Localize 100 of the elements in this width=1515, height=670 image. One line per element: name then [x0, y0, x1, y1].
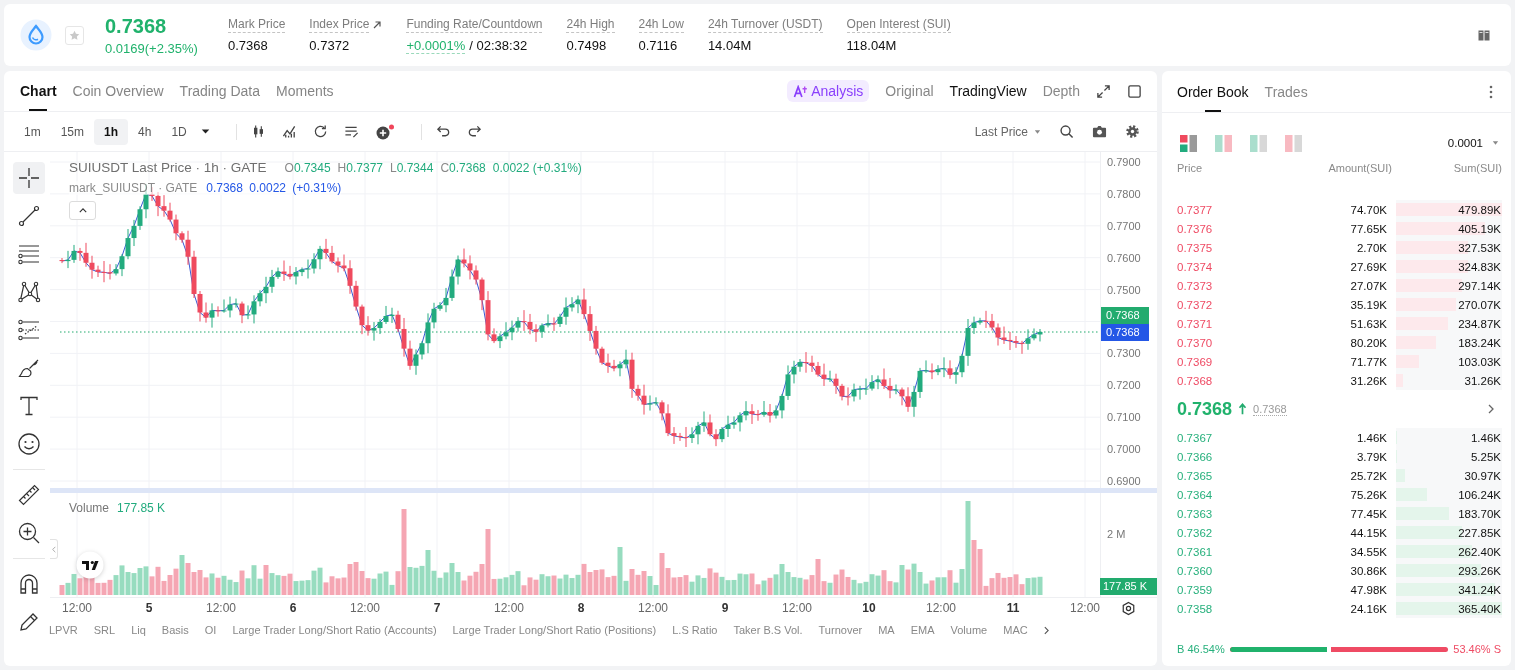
- indicator-tab[interactable]: L.S Ratio: [672, 624, 718, 636]
- indicator-tab[interactable]: Basis: [161, 624, 189, 636]
- last-price: 0.7368: [105, 14, 168, 37]
- time-axis-label: 12:00: [638, 601, 668, 615]
- price-axis-label: 0.7100: [1106, 410, 1142, 425]
- indicator-tab[interactable]: Liq: [131, 624, 146, 636]
- ask-amount: 31.26K: [1349, 374, 1387, 387]
- refresh-icon[interactable]: [312, 124, 328, 139]
- ohlc-value: 0.7345: [293, 161, 331, 175]
- book-layout-icon[interactable]: [1180, 134, 1197, 152]
- chart-tab[interactable]: Moments: [276, 71, 334, 111]
- ask-sum: 31.26K: [1464, 374, 1502, 387]
- square-icon[interactable]: [1127, 83, 1142, 99]
- external-link-icon[interactable]: [372, 20, 383, 30]
- interval-button[interactable]: 1D: [161, 118, 197, 145]
- ohlc-label: C: [440, 161, 450, 175]
- indicator-tab[interactable]: Turnover: [818, 624, 863, 636]
- price-axis-label: 0.7700: [1106, 219, 1142, 234]
- expand-icon[interactable]: [1096, 83, 1111, 99]
- camera-icon[interactable]: [1092, 124, 1107, 139]
- price-axis-label: 0.7500: [1106, 283, 1142, 298]
- ruler-icon: [17, 483, 41, 507]
- undo-icon[interactable]: [435, 124, 451, 139]
- stat-label: Mark Price: [228, 17, 286, 33]
- stat-label: 24h Turnover (USDT): [707, 17, 823, 33]
- ohlc-value: 0.7368: [449, 161, 486, 175]
- stat-value: 0.7372: [309, 38, 351, 53]
- ai-icon: [793, 84, 809, 98]
- price-change: 0.0169(+2.35%): [105, 40, 199, 56]
- ohlc-value: 0.7344: [396, 161, 434, 175]
- column-header: Amount(SUI): [1327, 161, 1392, 175]
- order-book-tab[interactable]: Trades: [1264, 71, 1308, 112]
- indicator-tab[interactable]: OI: [204, 624, 217, 636]
- indicator-tab[interactable]: Volume: [950, 624, 988, 636]
- chart-tab[interactable]: Chart: [20, 71, 57, 111]
- redo-icon[interactable]: [466, 124, 482, 139]
- ask-price: 0.7369: [1177, 355, 1214, 368]
- bid-sum: 5.25K: [1470, 450, 1502, 463]
- interval-button[interactable]: 1h: [94, 118, 129, 145]
- more-options-icon[interactable]: [1489, 84, 1493, 99]
- caret-down-icon: [1034, 129, 1041, 134]
- bid-price: 0.7359: [1177, 583, 1214, 596]
- ask-price: 0.7373: [1177, 279, 1214, 292]
- price-axis-label: 0.6900: [1106, 474, 1142, 489]
- indicator-tab[interactable]: EMA: [910, 624, 935, 636]
- price-axis-label: 0.7200: [1106, 378, 1142, 393]
- stat-value: 118.04M: [846, 38, 898, 53]
- indicator-tab[interactable]: Large Trader Long/Short Ratio (Accounts): [232, 624, 437, 636]
- indicator-tab[interactable]: Taker B.S Vol.: [733, 624, 803, 636]
- time-axis-label: 11: [1006, 601, 1020, 615]
- last-trade-price: 0.7368: [1177, 398, 1233, 420]
- settings-icon[interactable]: [1125, 124, 1140, 139]
- indicator-tab[interactable]: SRL: [93, 624, 116, 636]
- mark-price: 0.7368: [1253, 402, 1287, 416]
- indicator-chart-icon[interactable]: [281, 124, 297, 139]
- time-axis-label: 5: [145, 601, 153, 615]
- drawing-tool-button[interactable]: [13, 162, 45, 194]
- ohlc-value: 0.7377: [346, 161, 383, 175]
- column-header: Price: [1177, 161, 1204, 175]
- sell-ratio-label: 53.46% S: [1453, 643, 1501, 655]
- ask-price: 0.7375: [1177, 241, 1214, 254]
- interval-button[interactable]: 15m: [50, 118, 94, 145]
- indicator-tab[interactable]: MA: [878, 624, 895, 636]
- bid-amount: 25.72K: [1349, 469, 1387, 482]
- indicator-tab[interactable]: Large Trader Long/Short Ratio (Positions): [452, 624, 657, 636]
- chevron-right-icon[interactable]: [1488, 404, 1494, 414]
- interval-button[interactable]: 1m: [14, 118, 51, 145]
- price-axis-label: 0.7800: [1106, 187, 1142, 202]
- view-tab[interactable]: TradingView: [949, 83, 1027, 99]
- indicator-tab[interactable]: LPVR: [49, 624, 78, 636]
- chart-symbol-title: SUIUSDT Last Price · 1h · GATE: [69, 160, 267, 175]
- book-icon[interactable]: [1477, 28, 1491, 42]
- stat-value: 14.04M: [707, 38, 753, 53]
- indicator-tab[interactable]: MAC: [1003, 624, 1028, 636]
- price-source-dropdown[interactable]: Last Price: [974, 124, 1041, 139]
- view-tab[interactable]: Original: [885, 83, 934, 99]
- smiley-icon: [17, 432, 41, 456]
- mark-price-values: 0.7368 0.0022 (+0.31%): [206, 181, 342, 195]
- bid-amount: 47.98K: [1349, 583, 1387, 596]
- add-indicator-icon[interactable]: [374, 123, 395, 140]
- chart-tab[interactable]: Coin Overview: [72, 71, 164, 111]
- chart-tab[interactable]: Trading Data: [179, 71, 260, 111]
- price-axis-label: 0.7300: [1106, 346, 1142, 361]
- list-edit-icon[interactable]: [343, 124, 359, 139]
- caret-down-icon[interactable]: [200, 129, 210, 134]
- search-icon[interactable]: [1059, 124, 1074, 139]
- stat-label: 24h High: [566, 17, 615, 33]
- countdown-value: / 02:38:32: [469, 37, 528, 54]
- parallel-lines-icon: [17, 242, 41, 266]
- view-tab[interactable]: Depth: [1042, 83, 1080, 99]
- settings-icon[interactable]: [1121, 601, 1136, 616]
- analysis-button[interactable]: Analysis: [787, 80, 870, 102]
- stat-value: 0.7116: [638, 38, 679, 53]
- precision-dropdown[interactable]: 0.0001: [1447, 137, 1499, 149]
- ask-amount: 77.65K: [1349, 222, 1387, 235]
- order-book-tab[interactable]: Order Book: [1177, 71, 1249, 112]
- ask-sum: 327.53K: [1458, 241, 1502, 254]
- time-axis-label: 12:00: [62, 601, 92, 615]
- chevron-right-icon[interactable]: [1043, 625, 1049, 635]
- interval-button[interactable]: 4h: [128, 118, 162, 145]
